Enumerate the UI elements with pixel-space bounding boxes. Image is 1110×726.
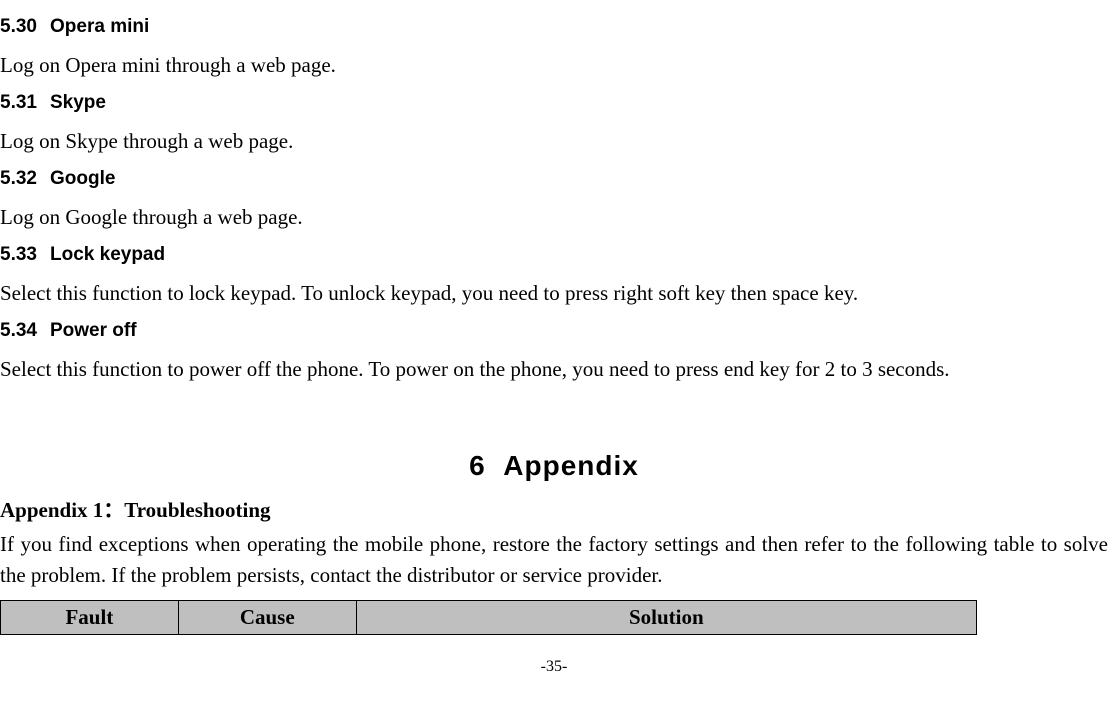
section-num: 5.30 bbox=[0, 13, 50, 42]
troubleshooting-table: Fault Cause Solution bbox=[0, 600, 1108, 636]
appendix-intro: If you find exceptions when operating th… bbox=[0, 529, 1108, 592]
page-number: -35- bbox=[0, 655, 1108, 679]
section-num: 5.33 bbox=[0, 241, 50, 270]
table-header-row: Fault Cause Solution bbox=[1, 600, 977, 635]
chapter-title: Appendix bbox=[503, 450, 639, 481]
section-title: Skype bbox=[50, 92, 106, 113]
section-body-5-34: Select this function to power off the ph… bbox=[0, 354, 1108, 386]
appendix-title: Appendix 1：Troubleshooting bbox=[0, 495, 1108, 527]
table-header-fault: Fault bbox=[1, 600, 179, 635]
section-body-5-33: Select this function to lock keypad. To … bbox=[0, 278, 1108, 310]
section-num: 5.34 bbox=[0, 317, 50, 346]
section-body-5-32: Log on Google through a web page. bbox=[0, 202, 1108, 234]
section-title: Opera mini bbox=[50, 16, 149, 37]
section-heading-5-32: 5.32Google bbox=[0, 165, 1108, 194]
section-heading-5-30: 5.30Opera mini bbox=[0, 13, 1108, 42]
section-heading-5-31: 5.31Skype bbox=[0, 89, 1108, 118]
chapter-num: 6 bbox=[469, 450, 486, 481]
section-num: 5.32 bbox=[0, 165, 50, 194]
section-heading-5-34: 5.34Power off bbox=[0, 317, 1108, 346]
section-body-5-31: Log on Skype through a web page. bbox=[0, 126, 1108, 158]
section-title: Power off bbox=[50, 320, 137, 341]
chapter-heading: 6 Appendix bbox=[0, 445, 1108, 487]
section-title: Lock keypad bbox=[50, 244, 165, 265]
section-body-5-30: Log on Opera mini through a web page. bbox=[0, 50, 1108, 82]
section-heading-5-33: 5.33Lock keypad bbox=[0, 241, 1108, 270]
table-header-solution: Solution bbox=[356, 600, 976, 635]
section-num: 5.31 bbox=[0, 89, 50, 118]
section-title: Google bbox=[50, 168, 115, 189]
table-header-cause: Cause bbox=[178, 600, 356, 635]
